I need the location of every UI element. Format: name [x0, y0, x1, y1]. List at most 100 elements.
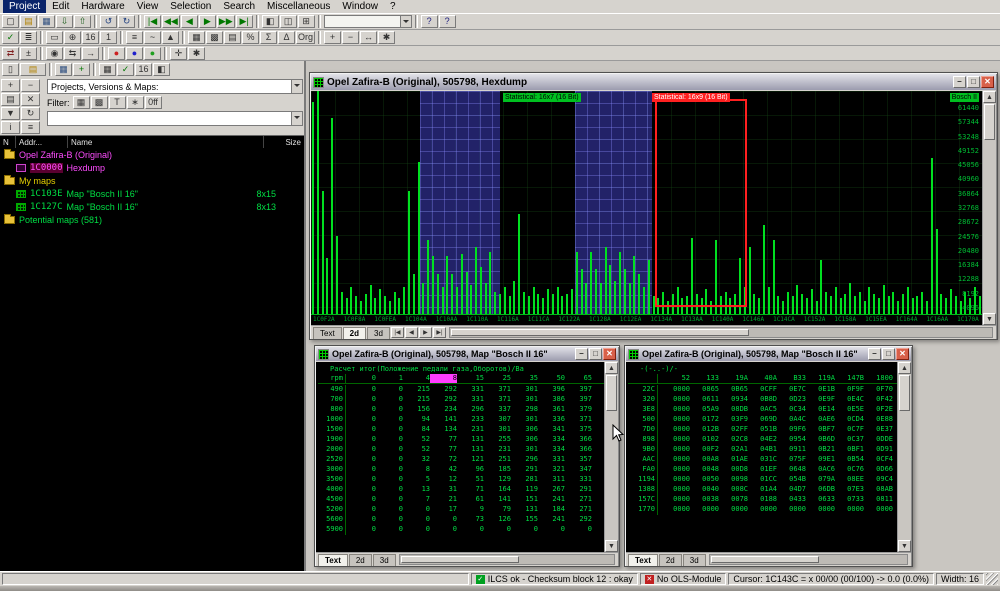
scrollbar-thumb[interactable] [401, 556, 519, 563]
map-cell-value[interactable]: 131 [457, 445, 484, 455]
nav-first-icon[interactable]: |◀ [144, 15, 161, 28]
map-cell-value[interactable]: 96 [457, 465, 484, 475]
map-cell-value[interactable]: 0433 [777, 495, 806, 505]
tab-text[interactable]: Text [313, 327, 342, 339]
horizontal-scrollbar[interactable] [399, 554, 615, 565]
menu-item-miscellaneous[interactable]: Miscellaneous [261, 0, 336, 13]
map-cell-value[interactable]: 251 [484, 455, 511, 465]
scrollbar-thumb[interactable] [606, 375, 617, 411]
scroll-up-icon[interactable]: ▲ [898, 362, 911, 374]
column-header-size[interactable]: Size [264, 136, 304, 148]
minimize-button[interactable]: – [868, 348, 881, 360]
map-cell-value[interactable]: 0000 [661, 505, 690, 515]
map-cell-value[interactable]: 215 [403, 395, 430, 405]
export-file-icon[interactable]: ⇧ [74, 15, 91, 28]
map-cell-value[interactable]: 84 [403, 425, 430, 435]
map-cell-value[interactable]: 0000 [777, 505, 806, 515]
scrollbar-track[interactable] [898, 412, 911, 540]
list-props-icon[interactable]: ≡ [21, 121, 40, 134]
map-cell-value[interactable]: 0E5E [835, 405, 864, 415]
maximize-button[interactable]: □ [589, 348, 602, 360]
replace-icon[interactable]: ⇆ [64, 47, 81, 60]
map-cell-value[interactable]: 298 [511, 405, 538, 415]
map-cell-value[interactable]: 0000 [748, 505, 777, 515]
map-cell-value[interactable]: 0000 [661, 445, 690, 455]
map-cell-value[interactable]: 379 [565, 405, 592, 415]
tab-text[interactable]: Text [318, 554, 348, 566]
marker-red-icon[interactable]: ● [108, 47, 125, 60]
map-cell-value[interactable]: 371 [484, 385, 511, 395]
map-cell-value[interactable]: 371 [565, 415, 592, 425]
map-cell-value[interactable]: 0 [349, 505, 376, 515]
map-cell-value[interactable]: 0000 [661, 385, 690, 395]
map-cell-value[interactable]: 134 [430, 425, 457, 435]
map-cell-value[interactable]: 0 [349, 515, 376, 525]
maximize-button[interactable]: □ [882, 348, 895, 360]
map-cell-value[interactable]: 336 [538, 415, 565, 425]
map-cell-value[interactable]: 0954 [777, 435, 806, 445]
map-cell-value[interactable]: 0 [349, 475, 376, 485]
zoom-in-icon[interactable]: + [324, 31, 341, 44]
map-cell-value[interactable]: 306 [511, 425, 538, 435]
project-settings-icon[interactable]: ◧ [153, 63, 170, 76]
tree-item[interactable]: 1C103EMap "Bosch II 16"8x15 [0, 187, 304, 200]
map-cell-value[interactable]: 0BF7 [806, 425, 835, 435]
map-cell-value[interactable]: 0188 [748, 495, 777, 505]
clipboard-icon[interactable]: ▯ [2, 63, 19, 76]
column-header-addr[interactable]: Addr... [16, 136, 68, 148]
axis-value[interactable]: 8 [430, 374, 457, 383]
map2-titlebar[interactable]: Opel Zafira-B (Original), 505798, Map "B… [626, 347, 911, 361]
map-cell-value[interactable]: 8 [403, 465, 430, 475]
map-cell-value[interactable]: 0CF4 [864, 455, 893, 465]
map-cell-value[interactable]: 17 [430, 505, 457, 515]
map-cell-value[interactable]: 0172 [690, 415, 719, 425]
nav-last-icon[interactable]: ▶| [236, 15, 253, 28]
menu-item-project[interactable]: Project [3, 0, 46, 13]
delta-button[interactable]: Δ [278, 31, 295, 44]
map-cell-value[interactable]: 02C8 [719, 435, 748, 445]
vertical-scrollbar[interactable]: ▲ ▼ [982, 91, 996, 325]
project-tree[interactable]: Opel Zafira-B (Original)1C0000HexdumpMy … [0, 148, 304, 571]
map-cell-value[interactable]: 0 [376, 455, 403, 465]
map-cell-value[interactable]: 0 [349, 425, 376, 435]
map-cell-value[interactable]: 397 [565, 385, 592, 395]
map-cell-value[interactable]: 0 [349, 415, 376, 425]
map-cell-value[interactable]: 291 [511, 465, 538, 475]
map-cell-value[interactable]: 0 [430, 515, 457, 525]
map-cell-value[interactable]: 0 [349, 435, 376, 445]
map-cell-value[interactable]: 371 [484, 395, 511, 405]
map-cell-value[interactable]: 0633 [806, 495, 835, 505]
map-cell-value[interactable]: 396 [538, 385, 565, 395]
measure-icon[interactable]: ✛ [170, 47, 187, 60]
map-cell-value[interactable]: 13 [403, 485, 430, 495]
map-cell-value[interactable]: 08AB [864, 485, 893, 495]
map-cell-value[interactable]: 0000 [719, 505, 748, 515]
map-cell-value[interactable]: 0 [376, 475, 403, 485]
open-project-icon[interactable]: ▤ [20, 15, 37, 28]
map-cell-value[interactable]: 0000 [661, 455, 690, 465]
tree-item[interactable]: Potential maps (581) [0, 213, 304, 226]
map-cell-value[interactable]: 0000 [661, 415, 690, 425]
map-cell-value[interactable]: 94 [403, 415, 430, 425]
map-cell-value[interactable]: 215 [403, 385, 430, 395]
map-cell-value[interactable]: 0 [376, 415, 403, 425]
map-cell-value[interactable]: 0E7C [777, 385, 806, 395]
goto-address-icon[interactable]: → [82, 47, 99, 60]
map-cell-value[interactable]: 21 [430, 495, 457, 505]
tab-3d[interactable]: 3d [367, 327, 390, 339]
original-button[interactable]: Org [296, 31, 315, 44]
map-cell-value[interactable]: 04D7 [777, 485, 806, 495]
scroll-up-icon[interactable]: ▲ [605, 362, 618, 374]
magnify-icon[interactable]: ⊕ [64, 31, 81, 44]
map-cell-value[interactable]: 08EE [835, 475, 864, 485]
map-cell-value[interactable]: 51 [457, 475, 484, 485]
new-project-icon[interactable]: ▢ [2, 15, 19, 28]
nav-first-icon[interactable]: |◀ [391, 327, 404, 338]
map-cell-value[interactable]: 0 [376, 405, 403, 415]
map-cell-value[interactable]: 08DB [719, 405, 748, 415]
map-cell-value[interactable]: 337 [484, 405, 511, 415]
map-cell-value[interactable]: 141 [430, 415, 457, 425]
map-cell-value[interactable]: 0 [565, 525, 592, 535]
map-cell-value[interactable]: 334 [538, 445, 565, 455]
map-cell-value[interactable]: 0000 [806, 505, 835, 515]
